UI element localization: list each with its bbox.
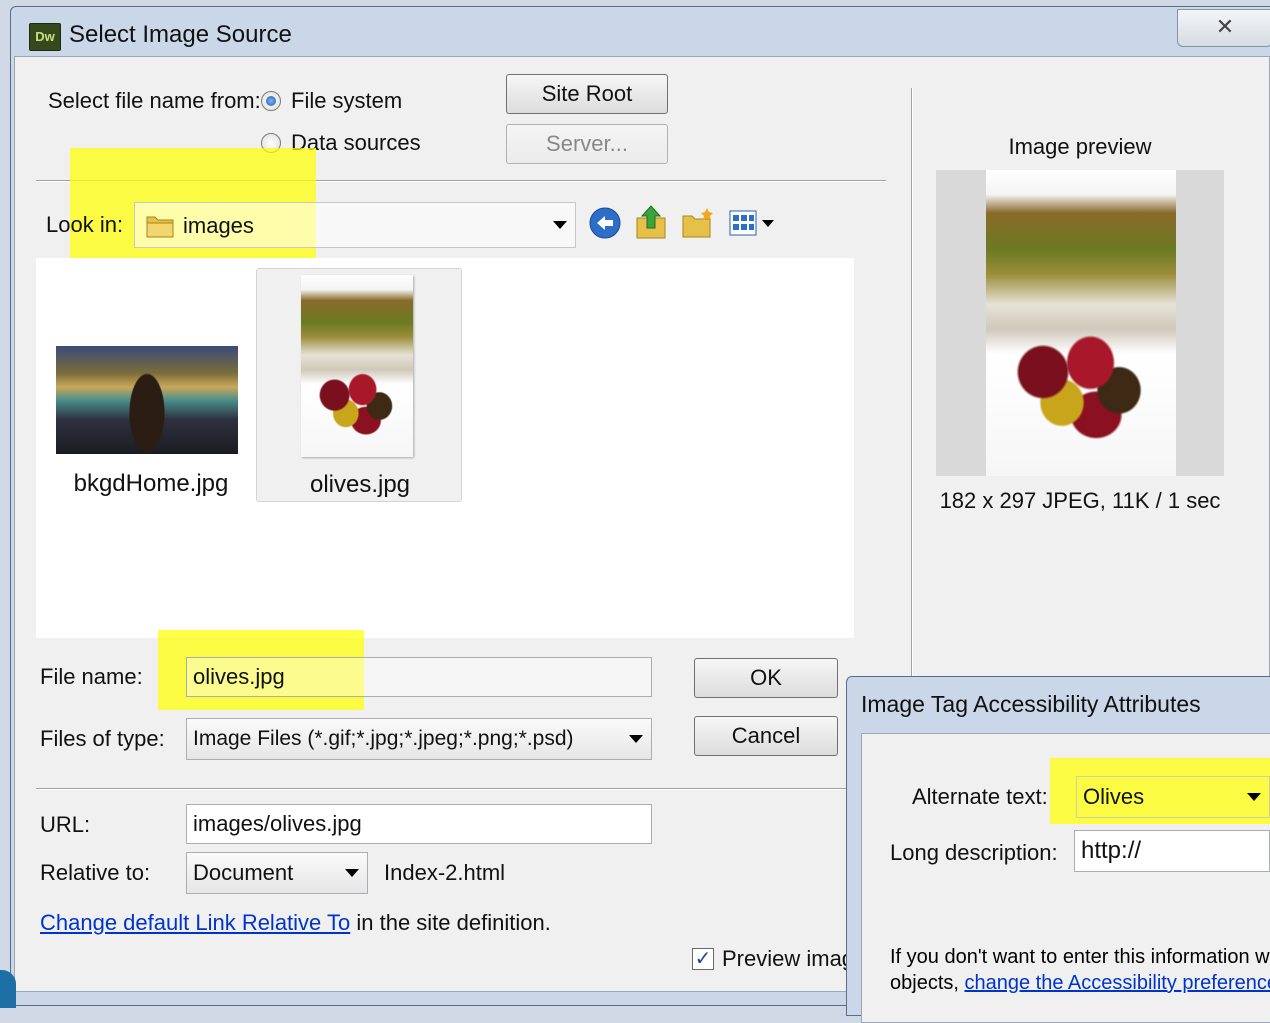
accessibility-preferences-link[interactable]: change the Accessibility preferences — [964, 972, 1270, 994]
file-item-bkgdhome[interactable]: bkgdHome.jpg — [46, 342, 256, 502]
relative-file-name: Index-2.html — [384, 860, 506, 885]
dreamweaver-app-icon: Dw — [29, 23, 61, 51]
chevron-down-icon — [553, 221, 567, 229]
relative-to-select[interactable]: Document — [186, 852, 368, 894]
up-folder-icon[interactable] — [634, 204, 668, 240]
file-system-radio[interactable] — [261, 91, 281, 111]
preview-divider — [911, 88, 913, 678]
accessibility-note: If you don't want to enter this informat… — [890, 944, 1270, 996]
change-default-line: Change default Link Relative To in the s… — [40, 910, 551, 936]
file-name-input[interactable]: olives.jpg — [186, 657, 652, 697]
accessibility-dialog-title: Image Tag Accessibility Attributes — [861, 691, 1201, 717]
file-name-text: olives.jpg — [309, 471, 411, 498]
image-info-text: 182 x 297 JPEG, 11K / 1 sec — [939, 488, 1221, 513]
server-button[interactable]: Server... — [506, 124, 668, 164]
background-window-edge — [0, 970, 16, 1008]
close-icon: ✕ — [1215, 14, 1235, 39]
relative-to-label: Relative to: — [40, 860, 151, 885]
chevron-down-icon — [345, 869, 359, 877]
alt-text-combo[interactable]: Olives — [1076, 776, 1270, 818]
site-root-button[interactable]: Site Root — [506, 74, 668, 114]
bkgdhome-thumbnail — [56, 346, 238, 454]
change-default-link[interactable]: Change default Link Relative To — [40, 910, 350, 935]
new-folder-icon[interactable] — [680, 206, 716, 240]
dialog-title: Select Image Source — [69, 21, 292, 48]
alt-text-value: Olives — [1083, 784, 1145, 809]
image-preview-label: Image preview — [1008, 134, 1152, 159]
accessibility-note-prefix: objects, — [890, 972, 965, 994]
bottom-separator — [36, 788, 846, 790]
file-system-radio-label[interactable]: File system — [291, 88, 402, 114]
view-menu-icon[interactable] — [728, 208, 778, 238]
olives-preview-image — [986, 170, 1176, 476]
files-of-type-value: Image Files (*.gif;*.jpg;*.jpeg;*.png;*.… — [193, 727, 574, 750]
olives-thumbnail — [301, 275, 413, 457]
files-of-type-label: Files of type: — [40, 726, 165, 751]
file-list[interactable]: bkgdHome.jpg olives.jpg — [36, 258, 854, 638]
relative-to-value: Document — [193, 860, 294, 885]
image-preview-frame — [936, 170, 1224, 476]
select-from-label: Select file name from: — [48, 88, 261, 113]
look-in-combo[interactable]: images — [134, 202, 576, 248]
title-bar[interactable]: Dw Select Image Source ✕ — [11, 7, 1270, 63]
change-default-suffix: in the site definition. — [350, 910, 551, 935]
cancel-button[interactable]: Cancel — [694, 716, 838, 756]
look-in-label: Look in: — [46, 212, 124, 237]
close-button[interactable]: ✕ — [1177, 9, 1270, 47]
folder-icon — [146, 216, 174, 238]
file-item-olives[interactable]: olives.jpg — [256, 268, 462, 502]
url-label: URL: — [40, 812, 91, 837]
files-of-type-select[interactable]: Image Files (*.gif;*.jpg;*.jpeg;*.png;*.… — [186, 718, 652, 760]
chevron-down-icon — [1247, 793, 1261, 801]
accessibility-note-line1: If you don't want to enter this informat… — [890, 946, 1270, 968]
ok-button[interactable]: OK — [694, 658, 838, 698]
file-name-label: File name: — [40, 664, 143, 689]
long-description-label: Long description: — [890, 840, 1058, 865]
preview-images-checkbox[interactable]: ✓ — [692, 948, 714, 970]
alt-text-label: Alternate text: — [912, 784, 1048, 809]
accessibility-note-line2: objects, change the Accessibility prefer… — [890, 970, 1270, 996]
back-icon[interactable] — [588, 206, 622, 240]
long-description-input[interactable]: http:// — [1074, 830, 1270, 872]
look-in-value: images — [183, 213, 254, 238]
file-name-text: bkgdHome.jpg — [73, 470, 229, 497]
url-input[interactable]: images/olives.jpg — [186, 804, 652, 844]
chevron-down-icon — [629, 735, 643, 743]
